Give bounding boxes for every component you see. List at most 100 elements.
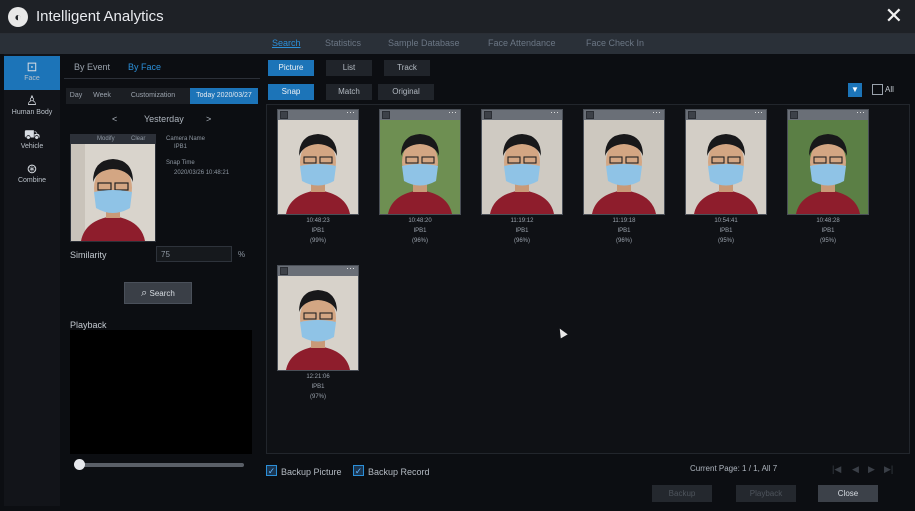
snapshot-frame[interactable]: ··· [787, 107, 869, 215]
tab-face-attendance[interactable]: Face Attendance [488, 38, 556, 48]
app-logo-icon: ◐ [8, 7, 28, 27]
snapshot-image [482, 120, 562, 214]
week-button[interactable]: Week [88, 88, 116, 104]
more-options-icon[interactable]: ··· [550, 107, 559, 117]
tab-by-face[interactable]: By Face [128, 62, 161, 72]
sidebar-item-combine[interactable]: ⊛ Combine [4, 158, 60, 192]
filter-icon[interactable]: ▼ [848, 83, 862, 97]
snapshot-similarity: (96%) [513, 238, 530, 244]
snapshot-time: 10:48:23 [306, 218, 330, 224]
result-thumbnail[interactable]: ··· 10:48:28 IPB1 (95%) [787, 107, 869, 245]
playback-button[interactable]: Playback [736, 485, 796, 502]
snapshot-camera: IPB1 [515, 228, 529, 234]
playback-video-area [70, 330, 252, 454]
snapshot-checkbox[interactable] [688, 111, 696, 119]
clear-button[interactable]: Clear [131, 136, 145, 142]
result-thumbnail[interactable]: ··· 11:19:12 IPB1 (96%) [481, 107, 563, 245]
snapshot-toolbar: ··· [482, 107, 562, 120]
search-icon: ⌕ [141, 287, 148, 299]
snapshot-toolbar: ··· [380, 107, 460, 120]
playback-label: Playback [70, 320, 107, 330]
snapshot-image [278, 276, 358, 370]
prev-page-icon[interactable]: ◀ [852, 464, 859, 475]
backup-button[interactable]: Backup [652, 485, 712, 502]
last-page-icon[interactable]: ▶| [884, 464, 893, 475]
tab-by-event[interactable]: By Event [74, 62, 110, 72]
similarity-input[interactable]: 75 [156, 246, 232, 262]
customization-button[interactable]: Customization [118, 88, 188, 104]
page-info: Current Page: 1 / 1, All 7 [690, 464, 778, 473]
day-button[interactable]: Day [66, 88, 86, 104]
today-button[interactable]: Today 2020/03/27 [190, 88, 258, 104]
target-face-card: Modify Clear [70, 134, 156, 242]
view-picture-tab[interactable]: Picture [268, 60, 314, 76]
playback-slider-thumb[interactable] [74, 459, 85, 470]
snapshot-checkbox[interactable] [586, 111, 594, 119]
snapshot-camera: IPB1 [311, 384, 325, 390]
more-options-icon[interactable]: ··· [346, 107, 355, 117]
source-original-tab[interactable]: Original [378, 84, 434, 100]
playback-slider-track[interactable] [80, 463, 244, 467]
window-title: Intelligent Analytics [36, 8, 164, 25]
sidebar-item-label: Human Body [11, 109, 53, 116]
more-options-icon[interactable]: ··· [754, 107, 763, 117]
view-track-tab[interactable]: Track [384, 60, 430, 76]
source-snap-tab[interactable]: Snap [268, 84, 314, 100]
tab-face-check-in[interactable]: Face Check In [586, 38, 644, 48]
more-options-icon[interactable]: ··· [652, 107, 661, 117]
day-label: Yesterday [144, 114, 184, 124]
sidebar-item-vehicle[interactable]: ⛟ Vehicle [4, 124, 60, 158]
snapshot-checkbox[interactable] [484, 111, 492, 119]
select-all-label: All [885, 85, 894, 94]
snapshot-frame[interactable]: ··· [277, 107, 359, 215]
backup-picture-checkbox[interactable]: ✓ [266, 465, 277, 476]
close-button[interactable]: Close [818, 485, 878, 502]
vehicle-icon: ⛟ [23, 127, 41, 142]
close-icon[interactable]: ✕ [885, 4, 903, 28]
view-list-tab[interactable]: List [326, 60, 372, 76]
first-page-icon[interactable]: |◀ [832, 464, 841, 475]
modify-button[interactable]: Modify [97, 136, 115, 142]
snapshot-checkbox[interactable] [790, 111, 798, 119]
tab-sample-database[interactable]: Sample Database [388, 38, 460, 48]
select-all-checkbox[interactable] [872, 84, 883, 95]
snapshot-checkbox[interactable] [280, 267, 288, 275]
snapshot-time: 12:21:06 [306, 374, 330, 380]
snapshot-camera: IPB1 [413, 228, 427, 234]
source-match-tab[interactable]: Match [326, 84, 372, 100]
snapshot-frame[interactable]: ··· [277, 263, 359, 371]
snapshot-frame[interactable]: ··· [685, 107, 767, 215]
result-thumbnail[interactable]: ··· 10:48:23 IPB1 (99%) [277, 107, 359, 245]
tab-search[interactable]: Search [272, 38, 301, 48]
next-day-arrow[interactable]: > [206, 114, 211, 124]
more-options-icon[interactable]: ··· [856, 107, 865, 117]
snapshot-frame[interactable]: ··· [583, 107, 665, 215]
result-thumbnail[interactable]: ··· 10:48:20 IPB1 (96%) [379, 107, 461, 245]
result-thumbnail[interactable]: ··· 11:19:18 IPB1 (96%) [583, 107, 665, 245]
snapshot-checkbox[interactable] [382, 111, 390, 119]
sidebar-item-face[interactable]: ⊡ Face [4, 56, 60, 90]
result-thumbnail[interactable]: ··· 12:21:06 IPB1 (97%) [277, 263, 359, 401]
snapshot-time: 11:19:12 [510, 218, 534, 224]
more-options-icon[interactable]: ··· [448, 107, 457, 117]
more-options-icon[interactable]: ··· [346, 263, 355, 273]
backup-picture-label: Backup Picture [281, 467, 342, 477]
result-thumbnail[interactable]: ··· 10:54:41 IPB1 (95%) [685, 107, 767, 245]
snapshot-frame[interactable]: ··· [379, 107, 461, 215]
snapshot-image [380, 120, 460, 214]
next-page-icon[interactable]: ▶ [868, 464, 875, 475]
snapshot-checkbox[interactable] [280, 111, 288, 119]
snapshot-frame[interactable]: ··· [481, 107, 563, 215]
prev-day-arrow[interactable]: < [112, 114, 117, 124]
face-card-header: Modify Clear [71, 135, 155, 144]
search-button[interactable]: ⌕ Search [124, 282, 192, 304]
snapshot-similarity: (95%) [819, 238, 836, 244]
backup-record-checkbox[interactable]: ✓ [353, 465, 364, 476]
tab-statistics[interactable]: Statistics [325, 38, 361, 48]
face-icon: ⊡ [26, 59, 38, 74]
snapshot-image [788, 120, 868, 214]
snapshot-image [686, 120, 766, 214]
camera-name-label: Camera Name [166, 136, 206, 142]
snapshot-time: 10:48:20 [408, 218, 432, 224]
sidebar-item-human-body[interactable]: ♙ Human Body [4, 90, 60, 124]
